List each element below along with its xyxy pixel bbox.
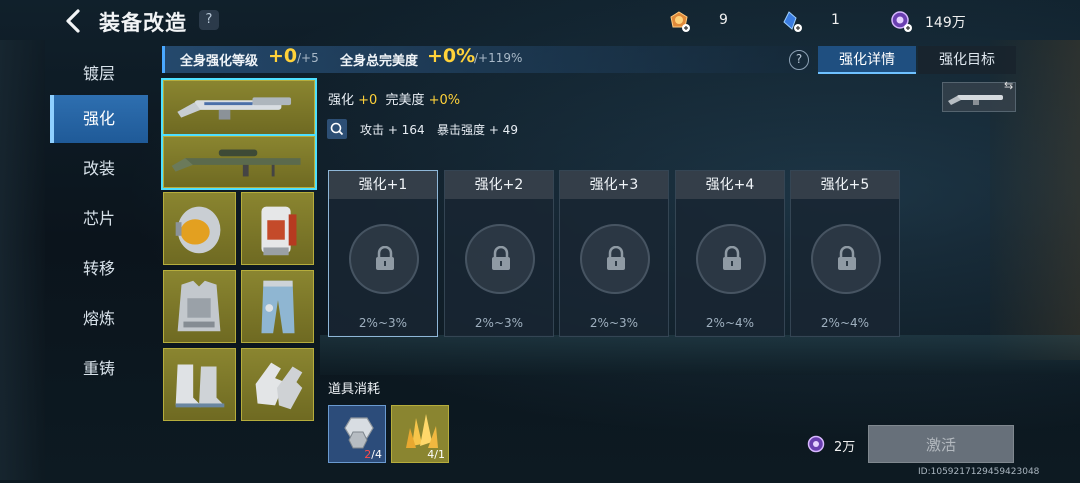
slot-pants[interactable]: [241, 270, 314, 343]
helmet-icon: [175, 206, 221, 254]
card-range: 2%~3%: [474, 316, 524, 330]
card-range: 2%~3%: [589, 316, 639, 330]
enhance-card-4[interactable]: 强化+4 2%~4%: [675, 170, 785, 337]
enhance-summary: 强化 +0 完美度 +0%: [328, 89, 460, 108]
enhance-card-2[interactable]: 强化+2 2%~3%: [444, 170, 554, 337]
enhance-card-3[interactable]: 强化+3 2%~3%: [559, 170, 669, 337]
boots-icon: [175, 364, 225, 408]
slot-armor[interactable]: [163, 270, 236, 343]
activate-button[interactable]: 激活: [868, 425, 1014, 463]
sidebar-item-recast[interactable]: 重铸: [50, 345, 148, 393]
card-label: 强化+4: [676, 171, 784, 199]
cost-value: 2万: [834, 440, 856, 455]
slot-backpack[interactable]: [241, 192, 314, 265]
tab-enhance-target[interactable]: 强化目标: [918, 46, 1016, 74]
crystal-item-count: 4/1: [427, 448, 445, 461]
enhance-card-1[interactable]: 强化+1 2%~3%: [328, 170, 438, 337]
search-icon: [330, 122, 344, 136]
perfection-value: +0%: [428, 93, 461, 108]
help-button[interactable]: ?: [199, 10, 219, 30]
sidebar-item-plating[interactable]: 镀层: [50, 50, 148, 98]
card-range: 2%~3%: [358, 316, 408, 330]
total-level-value: +0: [268, 45, 298, 67]
sidebar-item-chip[interactable]: 芯片: [50, 195, 148, 243]
medal-icon: [670, 11, 690, 32]
top-bar: 装备改造 ? 9 1 149万: [0, 0, 1080, 42]
currency-crystal[interactable]: 1: [780, 10, 850, 32]
consume-title: 道具消耗: [328, 382, 381, 397]
slot-boots[interactable]: [163, 348, 236, 421]
lock-icon: [696, 224, 766, 294]
sidebar-item-transfer[interactable]: 转移: [50, 245, 148, 293]
currency-coin[interactable]: 149万: [890, 10, 990, 32]
shotgun-icon: [177, 97, 292, 120]
medal-count: 9: [719, 12, 728, 28]
enhance-value: +0: [358, 93, 378, 108]
sidebar-item-enhance[interactable]: 强化: [50, 95, 148, 143]
help-circle-button[interactable]: ?: [789, 50, 809, 70]
slot-helmet[interactable]: [163, 192, 236, 265]
stats-strip: 全身强化等级 +0 /+5 全身总完美度 +0% /+119%: [162, 45, 812, 73]
enhance-card-5[interactable]: 强化+5 2%~4%: [790, 170, 900, 337]
perfection-label: 完美度: [385, 93, 425, 108]
slot-gloves[interactable]: [241, 348, 314, 421]
card-label: 强化+3: [560, 171, 668, 199]
total-level-label: 全身强化等级: [180, 54, 259, 69]
backpack-icon: [261, 206, 297, 256]
sidebar-item-smelt[interactable]: 熔炼: [50, 295, 148, 343]
blue-crystal-icon: [783, 11, 802, 32]
page-title: 装备改造: [99, 11, 187, 35]
slot-sniper-rifle[interactable]: [161, 134, 317, 190]
consume-item-metal[interactable]: 2/4: [328, 405, 386, 463]
total-perfection-max: /+119%: [474, 51, 523, 65]
pants-icon: [261, 280, 295, 334]
back-arrow-icon[interactable]: [62, 8, 86, 34]
purple-coin-icon: [891, 11, 912, 32]
purple-coin-icon: [807, 435, 825, 453]
player-id: ID:1059217129459423048: [918, 467, 1040, 477]
total-perfection-label: 全身总完美度: [340, 54, 419, 69]
total-perfection-value: +0%: [427, 45, 476, 67]
lock-icon: [580, 224, 650, 294]
equipment-grid: [161, 78, 317, 425]
lock-icon: [349, 224, 419, 294]
card-label: 强化+5: [791, 171, 899, 199]
metal-count: 2/4: [364, 448, 382, 461]
card-label: 强化+2: [445, 171, 553, 199]
card-range: 2%~4%: [705, 316, 755, 330]
sniper-rifle-icon: [171, 149, 301, 177]
enhance-label: 强化: [328, 93, 355, 108]
background-left-wall: [0, 40, 45, 480]
metal-need: /4: [371, 448, 382, 461]
sidebar-item-modify[interactable]: 改装: [50, 145, 148, 193]
crit-stat: 暴击强度 + 49: [437, 123, 518, 137]
tab-enhance-details[interactable]: 强化详情: [818, 46, 916, 74]
attack-stat: 攻击 + 164: [360, 123, 425, 137]
card-range: 2%~4%: [820, 316, 870, 330]
armor-vest-icon: [177, 280, 221, 332]
currency-medal[interactable]: 9: [668, 10, 738, 32]
crystal-count: 1: [831, 12, 840, 28]
total-level-max: /+5: [297, 51, 319, 65]
gloves-icon: [255, 362, 303, 410]
consume-item-crystal[interactable]: 4/1: [391, 405, 449, 463]
lock-icon: [465, 224, 535, 294]
inspect-button[interactable]: [327, 119, 347, 139]
lock-icon: [811, 224, 881, 294]
slot-shotgun[interactable]: [161, 78, 317, 137]
card-label: 强化+1: [329, 171, 437, 199]
coin-count: 149万: [925, 15, 966, 31]
swap-icon[interactable]: ⇆: [1004, 79, 1013, 92]
background-floor-stripe: [320, 335, 1080, 375]
